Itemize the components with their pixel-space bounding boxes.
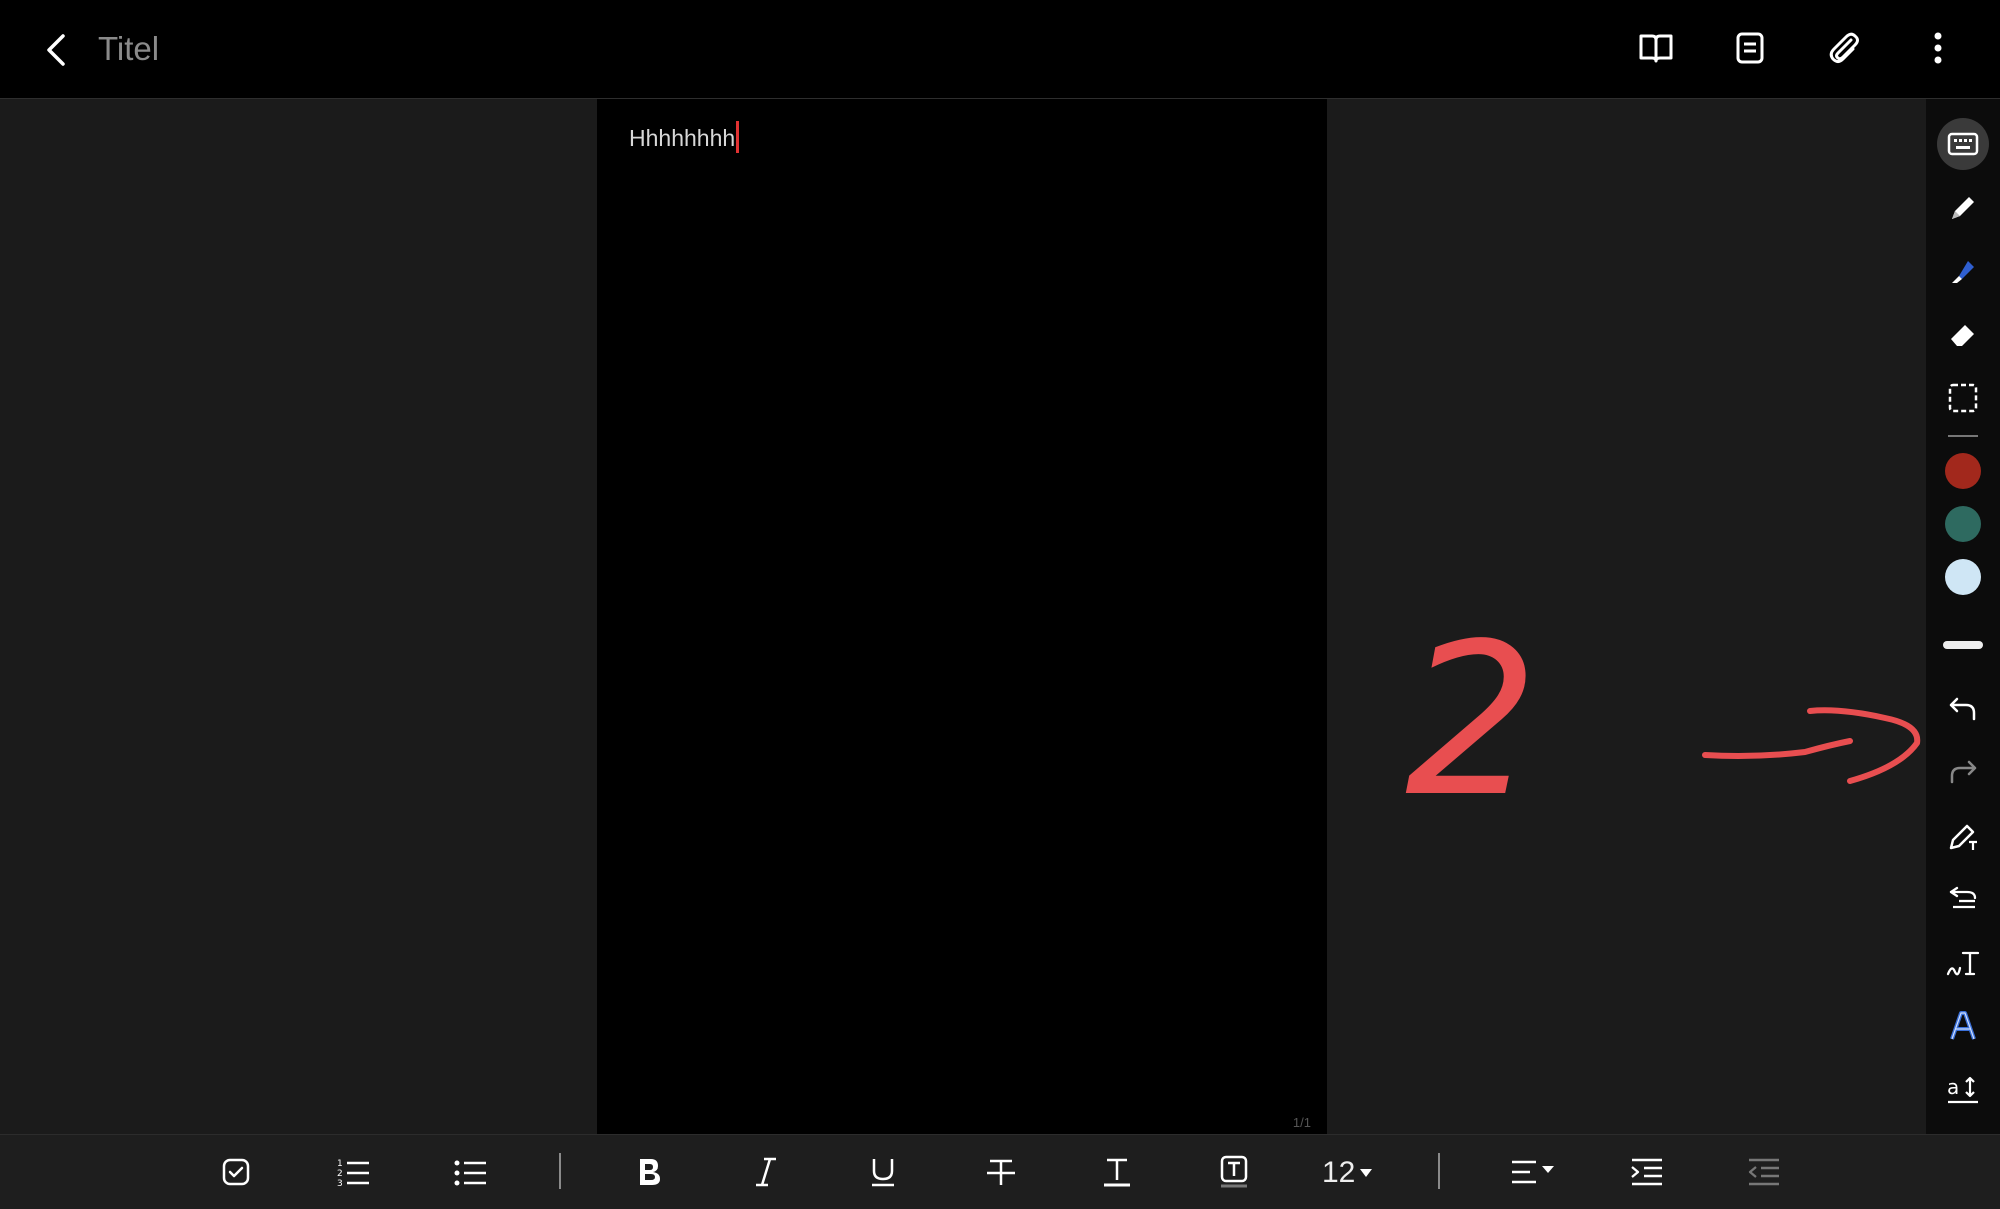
color-swatch-green[interactable] — [1945, 506, 1981, 542]
handwritten-number: 2 — [1405, 615, 1539, 815]
attachment-icon[interactable] — [1822, 26, 1866, 70]
redo-icon[interactable] — [1937, 746, 1989, 798]
text-color-icon[interactable] — [1093, 1148, 1141, 1196]
selection-icon[interactable] — [1937, 372, 1989, 424]
undo-icon[interactable] — [1937, 683, 1989, 735]
handwriting-to-text-icon[interactable] — [1937, 937, 1989, 989]
checkbox-icon[interactable] — [212, 1148, 260, 1196]
bold-icon[interactable] — [625, 1148, 673, 1196]
page-view-icon[interactable] — [1728, 26, 1772, 70]
svg-text:2: 2 — [337, 1169, 343, 1179]
keyboard-icon[interactable] — [1937, 118, 1989, 170]
convert-handwriting-icon[interactable] — [1937, 873, 1989, 925]
italic-icon[interactable] — [742, 1148, 790, 1196]
color-swatch-red[interactable] — [1945, 453, 1981, 489]
top-bar: Titel — [0, 0, 2000, 99]
align-icon[interactable] — [1505, 1148, 1561, 1196]
more-vertical-icon[interactable] — [1916, 26, 1960, 70]
note-text: Hhhhhhhh — [629, 125, 736, 151]
text-style-icon[interactable] — [1937, 1000, 1989, 1052]
svg-text:a: a — [1947, 1075, 1959, 1099]
note-text-line[interactable]: Hhhhhhhh — [629, 121, 740, 153]
pen-toolbar: a — [1926, 99, 2000, 1134]
font-size-dropdown[interactable]: 12 — [1322, 1153, 1373, 1193]
format-divider — [559, 1153, 561, 1189]
color-swatch-lightblue[interactable] — [1945, 559, 1981, 595]
back-arrow-icon[interactable] — [34, 28, 78, 72]
format-toolbar: 123 12 — [0, 1134, 2000, 1209]
pen-icon[interactable] — [1937, 182, 1989, 234]
indent-icon[interactable] — [1623, 1148, 1671, 1196]
strikethrough-icon[interactable] — [977, 1148, 1025, 1196]
note-page[interactable]: Hhhhhhhh 1/1 — [597, 99, 1327, 1134]
page-indicator: 1/1 — [1292, 1115, 1311, 1130]
note-title[interactable]: Titel — [98, 30, 159, 68]
handwritten-arrow-icon — [1702, 707, 1921, 784]
chevron-down-icon — [1359, 1168, 1373, 1178]
svg-text:3: 3 — [337, 1179, 343, 1187]
font-size-value: 12 — [1322, 1156, 1356, 1189]
bullet-list-icon[interactable] — [446, 1148, 494, 1196]
toolbar-divider — [1948, 435, 1978, 437]
handwritten-annotation: 2 — [1395, 615, 1935, 815]
svg-text:1: 1 — [337, 1159, 343, 1169]
highlighter-icon[interactable] — [1937, 245, 1989, 297]
pen-settings-icon[interactable] — [1937, 810, 1989, 862]
numbered-list-icon[interactable]: 123 — [329, 1148, 377, 1196]
format-divider — [1438, 1153, 1440, 1189]
underline-icon[interactable] — [859, 1148, 907, 1196]
text-highlight-icon[interactable] — [1210, 1148, 1258, 1196]
outdent-icon[interactable] — [1740, 1148, 1788, 1196]
book-view-icon[interactable] — [1634, 26, 1678, 70]
stroke-thickness[interactable] — [1943, 641, 1983, 649]
text-size-icon[interactable]: a — [1937, 1064, 1989, 1116]
eraser-icon[interactable] — [1937, 309, 1989, 361]
text-caret — [736, 121, 740, 153]
